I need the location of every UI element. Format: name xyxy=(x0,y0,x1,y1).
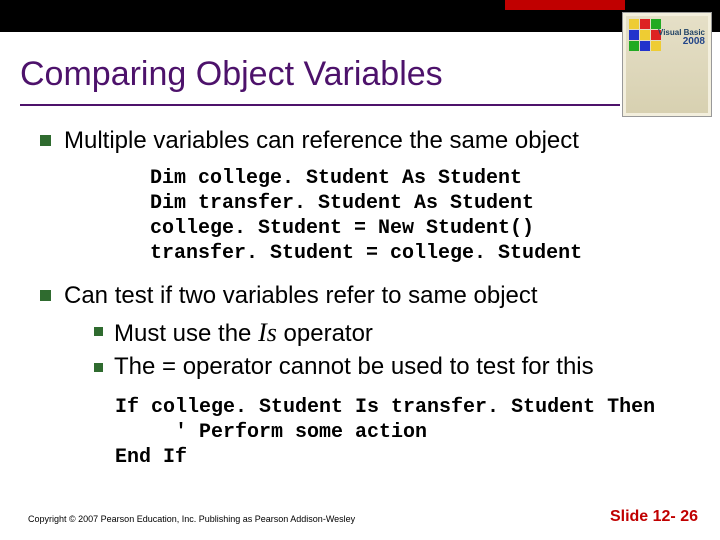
sub-bullet-item: The = operator cannot be used to test fo… xyxy=(94,351,700,383)
bullet-text: Multiple variables can reference the sam… xyxy=(64,127,579,154)
sub-bullet-text: The = operator cannot be used to test fo… xyxy=(114,353,594,380)
sub-bullet-list: Must use the Is operator The = operator … xyxy=(94,315,700,383)
page-title: Comparing Object Variables xyxy=(20,55,443,94)
slide-number: Slide 12- 26 xyxy=(610,508,698,526)
bullet-item: Multiple variables can reference the sam… xyxy=(40,125,700,156)
sub-bullet-post: operator xyxy=(277,320,373,347)
book-year: 2008 xyxy=(683,36,705,47)
accent-bar xyxy=(505,0,625,10)
content-body: Multiple variables can reference the sam… xyxy=(40,125,700,470)
code-block-2: If college. Student Is transfer. Student… xyxy=(115,395,700,470)
copyright-footer: Copyright © 2007 Pearson Education, Inc.… xyxy=(28,514,355,524)
bullet-list: Can test if two variables refer to same … xyxy=(40,280,700,383)
bullet-item: Can test if two variables refer to same … xyxy=(40,280,700,383)
slide: Visual Basic 2008 Comparing Object Varia… xyxy=(0,0,720,540)
title-underline xyxy=(20,104,620,106)
top-bar xyxy=(0,0,720,32)
book-cover-image: Visual Basic 2008 xyxy=(622,12,712,117)
is-operator: Is xyxy=(258,318,277,347)
bullet-list: Multiple variables can reference the sam… xyxy=(40,125,700,156)
book-title: Visual Basic 2008 xyxy=(658,29,705,47)
bullet-text: Can test if two variables refer to same … xyxy=(64,282,538,309)
code-block-1: Dim college. Student As Student Dim tran… xyxy=(150,166,700,266)
sub-bullet-pre: Must use the xyxy=(114,320,258,347)
sub-bullet-item: Must use the Is operator xyxy=(94,315,700,350)
